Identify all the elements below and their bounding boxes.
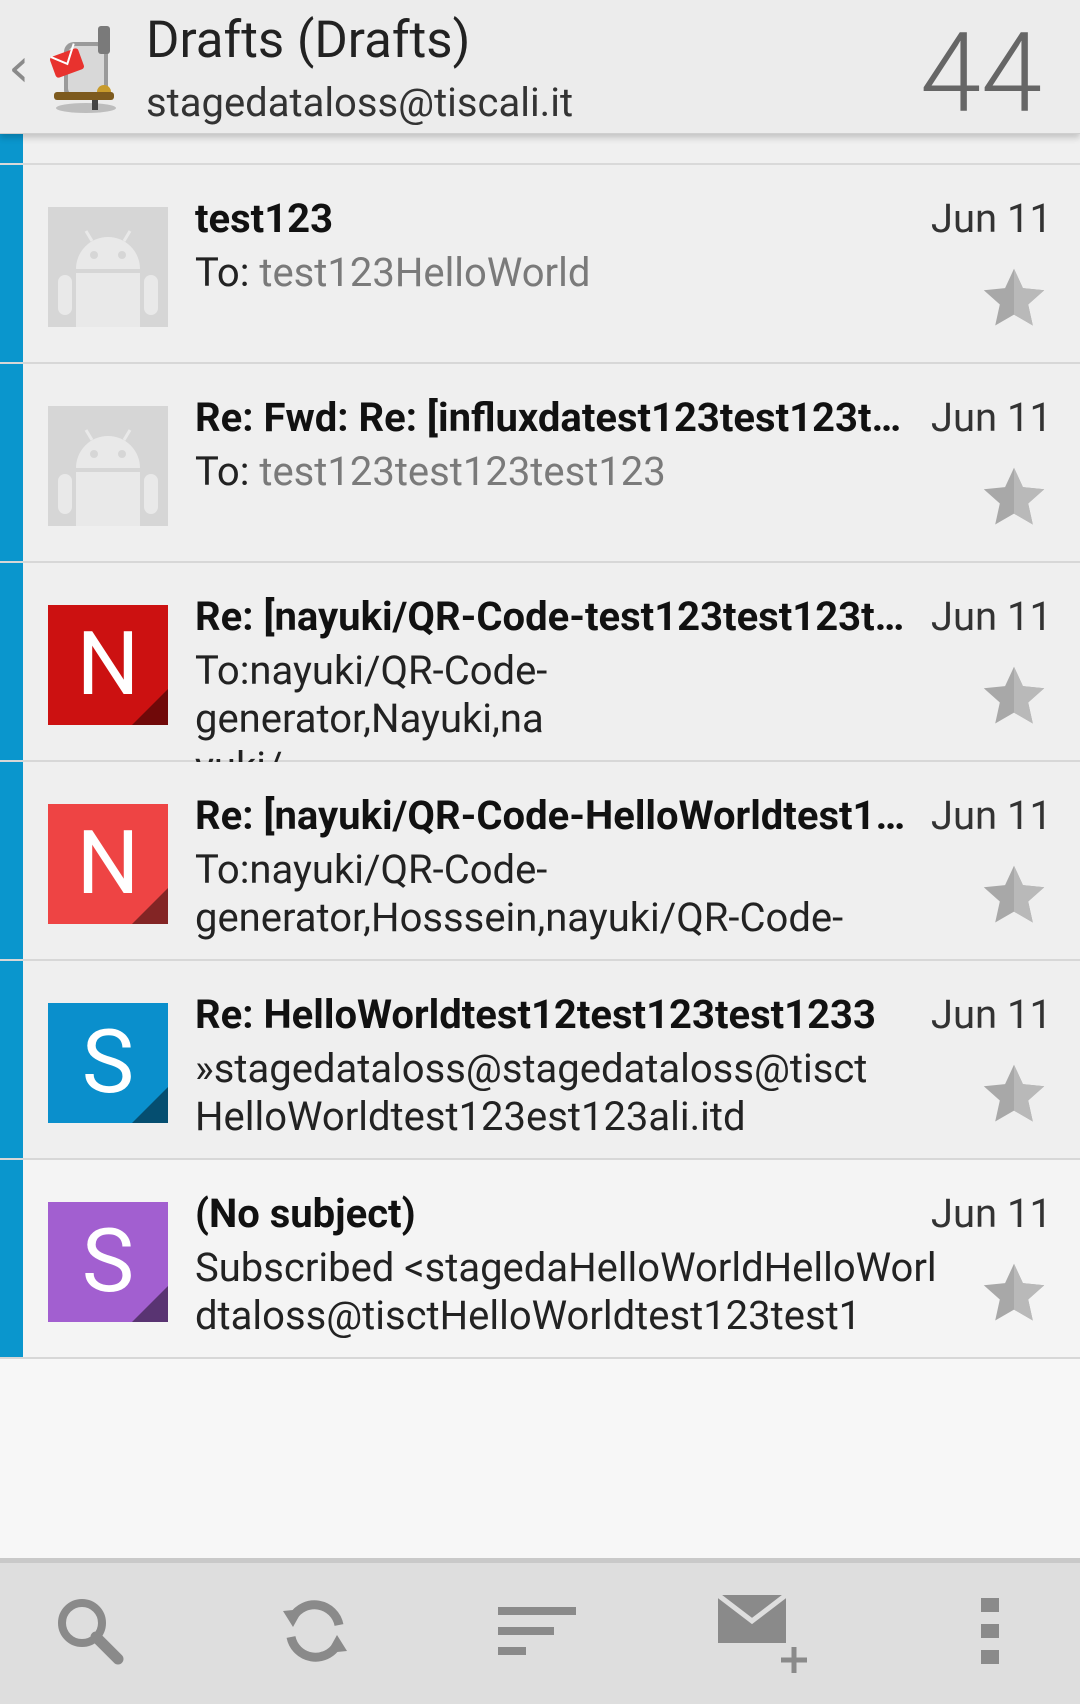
unread-indicator [0,762,23,959]
partial-list-item [0,134,1080,165]
list-item[interactable]: Re: Fwd: Re: [influxdatest123test123test… [0,364,1080,563]
contact-avatar: N [48,804,168,924]
message-date: Jun 11 [930,593,1052,640]
to-recipients: test123test123test123 [259,448,666,495]
message-preview: »stagedataloss@stagedataloss@tisctHelloW… [195,1045,868,1140]
message-date: Jun 11 [930,1190,1052,1237]
avatar-letter: S [81,1210,135,1313]
unread-indicator [0,961,23,1158]
app-logo-icon[interactable] [44,22,126,114]
sort-icon[interactable] [478,1563,598,1699]
message-date: Jun 11 [930,394,1052,441]
avatar-fold [132,689,168,725]
bottom-toolbar [0,1558,1080,1704]
message-subject: Re: [nayuki/QR-Code-HelloWorldtest123tes… [195,792,920,839]
unread-indicator [0,134,23,163]
back-chevron-icon[interactable]: ‹ [8,38,30,98]
to-label: To: [195,249,260,296]
compose-icon[interactable] [704,1563,824,1699]
star-icon[interactable] [976,1256,1052,1330]
list-item[interactable]: S Re: HelloWorldtest12test123test1233 Ju… [0,961,1080,1160]
message-list: test123 Jun 11 To: test123HelloWorld Re:… [0,134,1080,1359]
avatar-letter: N [76,812,140,915]
more-vert-icon[interactable] [930,1563,1050,1699]
to-label: To: [195,448,260,495]
contact-avatar: S [48,1003,168,1123]
star-icon[interactable] [976,1057,1052,1131]
message-subject: Re: HelloWorldtest12test123test1233 [195,991,876,1038]
star-icon[interactable] [976,659,1052,733]
message-preview: Subscribed <stagedaHelloWorldHelloWorldt… [195,1244,937,1339]
unread-indicator [0,563,23,760]
avatar-letter: N [76,613,140,716]
android-avatar-icon [48,406,168,526]
search-icon[interactable] [30,1563,150,1699]
message-preview: To: test123test123test123 [195,448,955,496]
to-recipients: test123HelloWorld [259,249,591,296]
unread-indicator [0,1160,23,1357]
contact-avatar: S [48,1202,168,1322]
unread-indicator [0,364,23,561]
contact-avatar: N [48,605,168,725]
message-date: Jun 11 [930,195,1052,242]
message-preview: To:nayuki/QR-Code-generator,Hosssein,nay… [195,846,844,941]
android-avatar-icon [48,207,168,327]
message-subject: (No subject) [195,1190,416,1237]
account-email: stagedataloss@tiscali.it [146,79,574,126]
message-subject: test123 [195,195,334,242]
message-date: Jun 11 [930,991,1052,1038]
avatar-fold [132,1286,168,1322]
action-bar: ‹ Drafts (Drafts) stagedataloss@tiscali.… [0,0,1080,138]
message-subject: Re: Fwd: Re: [influxdatest123test123test… [195,394,920,441]
avatar-fold [132,1087,168,1123]
star-icon[interactable] [976,460,1052,534]
message-subject: Re: [nayuki/QR-Code-test123test123test12… [195,593,920,640]
refresh-icon[interactable] [255,1563,375,1699]
avatar-letter: S [81,1011,135,1114]
message-count: 44 [919,9,1042,138]
message-preview: To: test123HelloWorld [195,249,955,297]
message-date: Jun 11 [930,792,1052,839]
list-item[interactable]: N Re: [nayuki/QR-Code-test123test123test… [0,563,1080,790]
star-icon[interactable] [976,858,1052,932]
list-item[interactable]: test123 Jun 11 To: test123HelloWorld [0,165,1080,364]
list-item[interactable]: N Re: [nayuki/QR-Code-HelloWorldtest123t… [0,762,1080,961]
folder-title: Drafts (Drafts) [146,11,471,70]
list-item[interactable]: S (No subject) Jun 11 Subscribed <staged… [0,1160,1080,1359]
unread-indicator [0,165,23,362]
avatar-fold [132,888,168,924]
star-icon[interactable] [976,261,1052,335]
